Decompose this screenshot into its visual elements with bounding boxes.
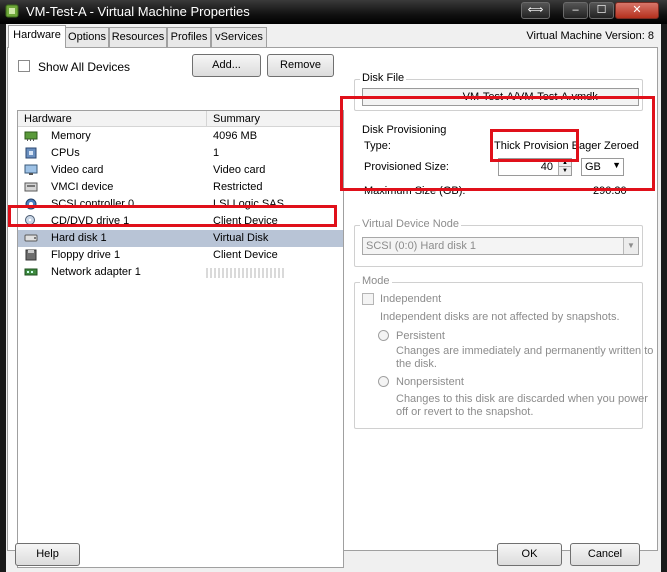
cancel-button[interactable]: Cancel xyxy=(570,543,640,566)
hardware-summary: 1 xyxy=(213,147,220,159)
network-adapter-icon xyxy=(24,268,38,276)
remove-button[interactable]: Remove xyxy=(267,54,334,77)
dialog-frame: Hardware Options Resources Profiles vSer… xyxy=(6,24,661,572)
disk-file-label: Disk File xyxy=(360,72,407,84)
provisioned-size-spinner[interactable]: 40 ▲ ▼ xyxy=(498,158,572,176)
add-button[interactable]: Add... xyxy=(192,54,261,77)
disk-file-path: -VM-Test-A/VM-Test-A.vmdk xyxy=(459,91,598,103)
title-bar: VM-Test-A - Virtual Machine Properties ⟺… xyxy=(0,0,667,24)
maximum-size-label: Maximum Size (GB): xyxy=(364,185,466,197)
column-divider xyxy=(206,111,207,127)
independent-checkbox[interactable] xyxy=(362,293,374,305)
maximize-button[interactable]: ☐ xyxy=(589,2,614,19)
hardware-name: CD/DVD drive 1 xyxy=(51,215,130,227)
memory-icon xyxy=(24,131,38,141)
window-title: VM-Test-A - Virtual Machine Properties xyxy=(26,4,250,19)
provision-type-label: Type: xyxy=(364,140,391,152)
chevron-down-icon: ▼ xyxy=(623,238,638,254)
tab-resources[interactable]: Resources xyxy=(109,27,167,47)
provisioned-size-value: 40 xyxy=(540,161,553,173)
minimize-button[interactable]: ‒ xyxy=(563,2,588,19)
vmci-icon xyxy=(24,182,38,192)
nonpersistent-description: Changes to this disk are discarded when … xyxy=(396,393,648,405)
hardware-panel: Show All Devices Add... Remove Hardware … xyxy=(7,47,658,568)
virtual-device-node-label: Virtual Device Node xyxy=(360,218,462,230)
hardware-row-network-adapter[interactable]: Network adapter 1 xyxy=(18,264,343,281)
disk-provisioning-label: Disk Provisioning xyxy=(360,124,449,136)
tab-options[interactable]: Options xyxy=(65,27,109,47)
hardware-row-video-card[interactable]: Video card Video card xyxy=(18,162,343,179)
provisioned-size-label: Provisioned Size: xyxy=(364,161,449,173)
hardware-row-hard-disk[interactable]: Hard disk 1 Virtual Disk xyxy=(18,230,343,247)
hardware-name: Floppy drive 1 xyxy=(51,249,121,261)
floppy-icon xyxy=(25,249,37,261)
show-all-devices-label: Show All Devices xyxy=(38,60,131,74)
hardware-row-memory[interactable]: Memory 4096 MB xyxy=(18,128,343,145)
independent-description: Independent disks are not affected by sn… xyxy=(380,311,620,323)
provision-type-value: Thick Provision Eager Zeroed xyxy=(494,140,639,152)
hardware-row-floppy-drive[interactable]: Floppy drive 1 Client Device xyxy=(18,247,343,264)
ok-button[interactable]: OK xyxy=(497,543,562,566)
size-unit-value: GB xyxy=(585,161,601,173)
hardware-name: Memory xyxy=(51,130,91,142)
independent-label: Independent xyxy=(380,293,442,305)
vm-version-label: Virtual Machine Version: 8 xyxy=(526,30,654,42)
hardware-name: CPUs xyxy=(51,147,80,159)
mode-label: Mode xyxy=(360,275,392,287)
hardware-row-cpus[interactable]: CPUs 1 xyxy=(18,145,343,162)
persistent-radio[interactable] xyxy=(378,330,389,341)
hardware-name: SCSI controller 0 xyxy=(51,198,135,210)
hardware-row-cd-dvd-drive[interactable]: CD/DVD drive 1 Client Device xyxy=(18,213,343,230)
resize-button[interactable]: ⟺ xyxy=(521,2,550,19)
vsphere-app-icon xyxy=(5,4,19,18)
spinner-up-icon[interactable]: ▲ xyxy=(558,159,571,167)
persistent-description: Changes are immediately and permanently … xyxy=(396,345,654,357)
size-unit-select[interactable]: GB ▼ xyxy=(581,158,624,176)
close-button[interactable]: ✕ xyxy=(615,2,659,19)
hardware-summary: 4096 MB xyxy=(213,130,258,142)
chevron-down-icon: ▼ xyxy=(612,160,621,170)
disk-file-field: -VM-Test-A/VM-Test-A.vmdk xyxy=(362,88,639,106)
hardware-row-scsi-controller[interactable]: SCSI controller 0 LSI Logic SAS xyxy=(18,196,343,213)
virtual-device-node-value: SCSI (0:0) Hard disk 1 xyxy=(366,240,477,252)
obscured-summary xyxy=(206,268,286,278)
hardware-row-vmci-device[interactable]: VMCI device Restricted xyxy=(18,179,343,196)
column-header-hardware[interactable]: Hardware xyxy=(24,113,72,125)
hardware-summary: Restricted xyxy=(213,181,263,193)
cd-drive-icon xyxy=(25,215,37,227)
cpu-icon xyxy=(25,147,37,159)
hardware-list-header: Hardware Summary xyxy=(18,111,343,127)
tab-profiles[interactable]: Profiles xyxy=(167,27,211,47)
nonpersistent-radio[interactable] xyxy=(378,376,389,387)
persistent-label: Persistent xyxy=(396,330,445,342)
hardware-name: Network adapter 1 xyxy=(51,266,141,278)
nonpersistent-label: Nonpersistent xyxy=(396,376,464,388)
hardware-summary: Client Device xyxy=(213,249,278,261)
virtual-device-node-select[interactable]: SCSI (0:0) Hard disk 1 ▼ xyxy=(362,237,639,255)
hardware-name: Video card xyxy=(51,164,104,176)
spinner-down-icon[interactable]: ▼ xyxy=(558,167,571,175)
hardware-summary: Client Device xyxy=(213,215,278,227)
hardware-name: VMCI device xyxy=(51,181,114,193)
maximum-size-value: 290.30 xyxy=(593,185,627,197)
hard-disk-icon xyxy=(24,234,38,242)
tab-hardware[interactable]: Hardware xyxy=(8,25,66,48)
persistent-description-cont: the disk. xyxy=(396,358,437,370)
column-header-summary[interactable]: Summary xyxy=(213,113,260,125)
monitor-icon xyxy=(24,164,38,175)
hardware-summary: LSI Logic SAS xyxy=(213,198,284,210)
hardware-list: Hardware Summary Memory 4096 MB CPUs 1 V… xyxy=(17,110,344,568)
nonpersistent-description-cont: off or revert to the snapshot. xyxy=(396,406,534,418)
show-all-devices-checkbox[interactable] xyxy=(18,60,30,72)
hardware-summary: Video card xyxy=(213,164,266,176)
tab-vservices[interactable]: vServices xyxy=(211,27,267,47)
scsi-icon xyxy=(25,198,37,210)
hardware-name: Hard disk 1 xyxy=(51,232,107,244)
hardware-summary: Virtual Disk xyxy=(213,232,269,244)
redaction-mark xyxy=(365,96,455,99)
help-button[interactable]: Help xyxy=(15,543,80,566)
